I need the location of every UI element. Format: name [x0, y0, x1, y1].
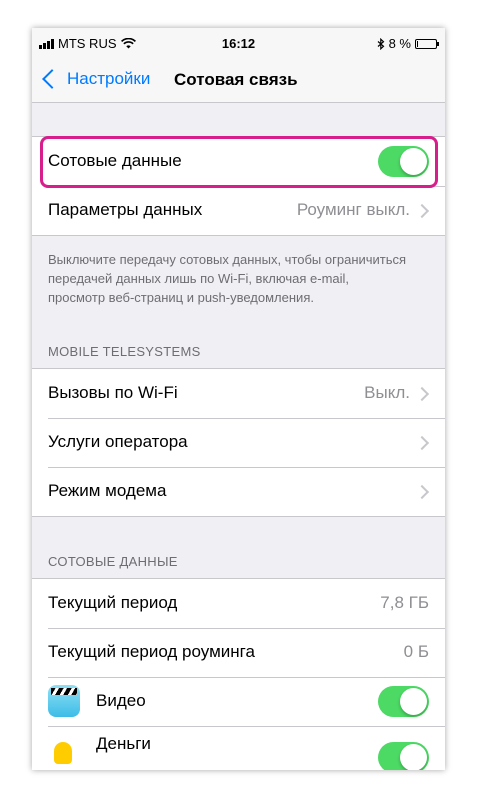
switch-knob	[400, 148, 427, 175]
money-icon	[48, 734, 80, 766]
money-data-switch[interactable]	[378, 742, 429, 770]
chevron-right-icon	[414, 484, 430, 500]
app-name-money: Деньги	[96, 734, 151, 753]
page-title: Сотовая связь	[174, 70, 298, 89]
battery-icon	[415, 38, 439, 49]
video-clapper-icon	[48, 685, 80, 717]
battery-percent: 8 %	[388, 36, 411, 51]
navigation-bar: Настройки Сотовая связь	[32, 60, 445, 103]
cellular-data-group: Сотовые данные Параметры данных Роуминг …	[32, 136, 445, 236]
app-row-video: Видео	[32, 677, 445, 726]
carrier-group: Вызовы по Wi-Fi Выкл. Услуги оператора Р…	[32, 368, 445, 517]
current-period-label: Текущий период	[48, 593, 178, 612]
modem-mode-label: Режим модема	[48, 481, 167, 500]
status-right: 8 %	[377, 36, 439, 51]
current-period-row: Текущий период 7,8 ГБ	[32, 579, 445, 628]
modem-mode-row[interactable]: Режим модема	[32, 467, 445, 516]
back-button[interactable]: Настройки	[40, 69, 150, 89]
wifi-calls-value: Выкл.	[364, 383, 410, 402]
roaming-period-row: Текущий период роуминга 0 Б	[32, 628, 445, 677]
wifi-calls-row[interactable]: Вызовы по Wi-Fi Выкл.	[32, 369, 445, 418]
data-options-value: Роуминг выкл.	[296, 200, 410, 219]
current-period-value: 7,8 ГБ	[380, 593, 429, 612]
phone-screen: MTS RUS 16:12 8 % Настройки Сотовая связ…	[32, 28, 445, 770]
cellular-data-label: Сотовые данные	[48, 151, 182, 170]
roaming-period-label: Текущий период роуминга	[48, 642, 255, 661]
switch-knob	[400, 744, 427, 770]
cellular-data-switch[interactable]	[378, 146, 429, 177]
chevron-right-icon	[414, 386, 430, 402]
switch-knob	[400, 688, 427, 715]
carrier-services-row[interactable]: Услуги оператора	[32, 418, 445, 467]
cellular-data-row: Сотовые данные	[32, 137, 445, 186]
battery-level-fill	[417, 40, 418, 47]
back-button-label: Настройки	[67, 69, 151, 88]
app-name-video: Видео	[96, 691, 146, 710]
usage-group: Текущий период 7,8 ГБ Текущий период роу…	[32, 578, 445, 770]
carrier-services-label: Услуги оператора	[48, 432, 188, 451]
cellular-data-footer: Выключите передачу сотовых данных, чтобы…	[48, 252, 407, 305]
chevron-right-icon	[414, 203, 430, 219]
bluetooth-icon	[377, 37, 384, 50]
app-row-money: Деньги	[32, 726, 445, 770]
roaming-period-value: 0 Б	[403, 642, 429, 661]
status-bar: MTS RUS 16:12 8 %	[32, 28, 445, 60]
data-options-label: Параметры данных	[48, 200, 203, 219]
chevron-left-icon	[42, 69, 62, 89]
chevron-right-icon	[414, 435, 430, 451]
video-data-switch[interactable]	[378, 686, 429, 717]
carrier-section-header: MOBILE TELESYSTEMS	[48, 344, 201, 359]
usage-section-header: СОТОВЫЕ ДАННЫЕ	[48, 554, 178, 569]
wifi-calls-label: Вызовы по Wi-Fi	[48, 383, 178, 402]
data-options-row[interactable]: Параметры данных Роуминг выкл.	[32, 186, 445, 235]
